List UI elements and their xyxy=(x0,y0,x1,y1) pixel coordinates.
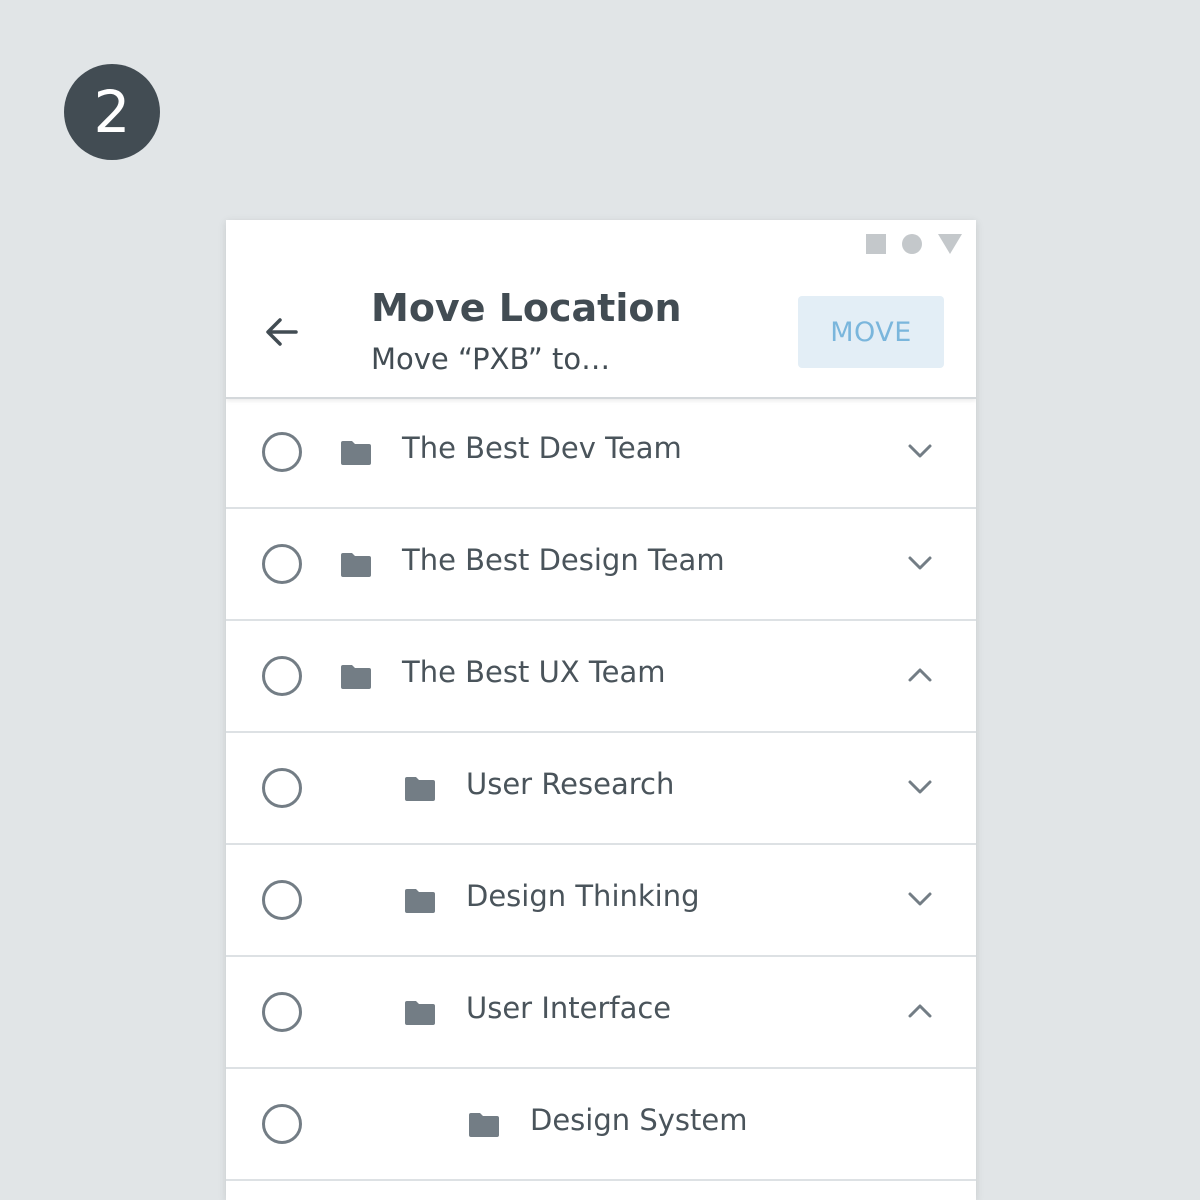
folder-row[interactable]: The Best UX Team xyxy=(226,621,976,733)
folder-radio-button[interactable] xyxy=(262,656,302,696)
triangle-icon xyxy=(938,234,962,254)
folder-label: The Best Dev Team xyxy=(402,431,682,465)
folder-label: The Best Design Team xyxy=(402,543,725,577)
folder-icon xyxy=(405,1001,435,1025)
folder-row[interactable]: The Best Dev Team xyxy=(226,397,976,509)
folder-radio-button[interactable] xyxy=(262,992,302,1032)
chevron-down-icon[interactable] xyxy=(906,887,934,911)
folder-label: Design Thinking xyxy=(466,879,700,913)
folder-label: User Research xyxy=(466,767,675,801)
page-title: Move Location xyxy=(371,286,682,330)
folder-row[interactable]: User Interface xyxy=(226,957,976,1069)
folder-row[interactable]: The Best Design Team xyxy=(226,509,976,621)
status-bar xyxy=(866,234,962,254)
folder-icon xyxy=(341,665,371,689)
folder-row[interactable]: Design System xyxy=(226,1069,976,1181)
chevron-down-icon[interactable] xyxy=(906,551,934,575)
folder-label: The Best UX Team xyxy=(402,655,666,689)
back-button[interactable] xyxy=(262,312,302,352)
folder-radio-button[interactable] xyxy=(262,768,302,808)
folder-icon xyxy=(341,553,371,577)
folder-row[interactable]: Design Thinking xyxy=(226,845,976,957)
phone-screen: Move Location Move “PXB” to… MOVE The Be… xyxy=(226,220,976,1200)
square-icon xyxy=(866,234,886,254)
page-subtitle: Move “PXB” to… xyxy=(371,342,611,376)
chevron-up-icon[interactable] xyxy=(906,663,934,687)
chevron-down-icon[interactable] xyxy=(906,439,934,463)
chevron-up-icon[interactable] xyxy=(906,999,934,1023)
folder-label: Design System xyxy=(530,1103,748,1137)
folder-radio-button[interactable] xyxy=(262,432,302,472)
circle-icon xyxy=(902,234,922,254)
folder-radio-button[interactable] xyxy=(262,880,302,920)
folder-icon xyxy=(341,441,371,465)
app-bar: Move Location Move “PXB” to… MOVE xyxy=(226,220,976,399)
folder-radio-button[interactable] xyxy=(262,544,302,584)
step-number-badge: 2 xyxy=(64,64,160,160)
folder-icon xyxy=(469,1113,499,1137)
folder-label: User Interface xyxy=(466,991,672,1025)
folder-icon xyxy=(405,889,435,913)
chevron-down-icon[interactable] xyxy=(906,775,934,799)
folder-icon xyxy=(405,777,435,801)
arrow-left-icon xyxy=(266,318,298,346)
move-button[interactable]: MOVE xyxy=(798,296,944,368)
folder-list: The Best Dev Team The Best Design Team The… xyxy=(226,397,976,1181)
folder-radio-button[interactable] xyxy=(262,1104,302,1144)
folder-row[interactable]: User Research xyxy=(226,733,976,845)
